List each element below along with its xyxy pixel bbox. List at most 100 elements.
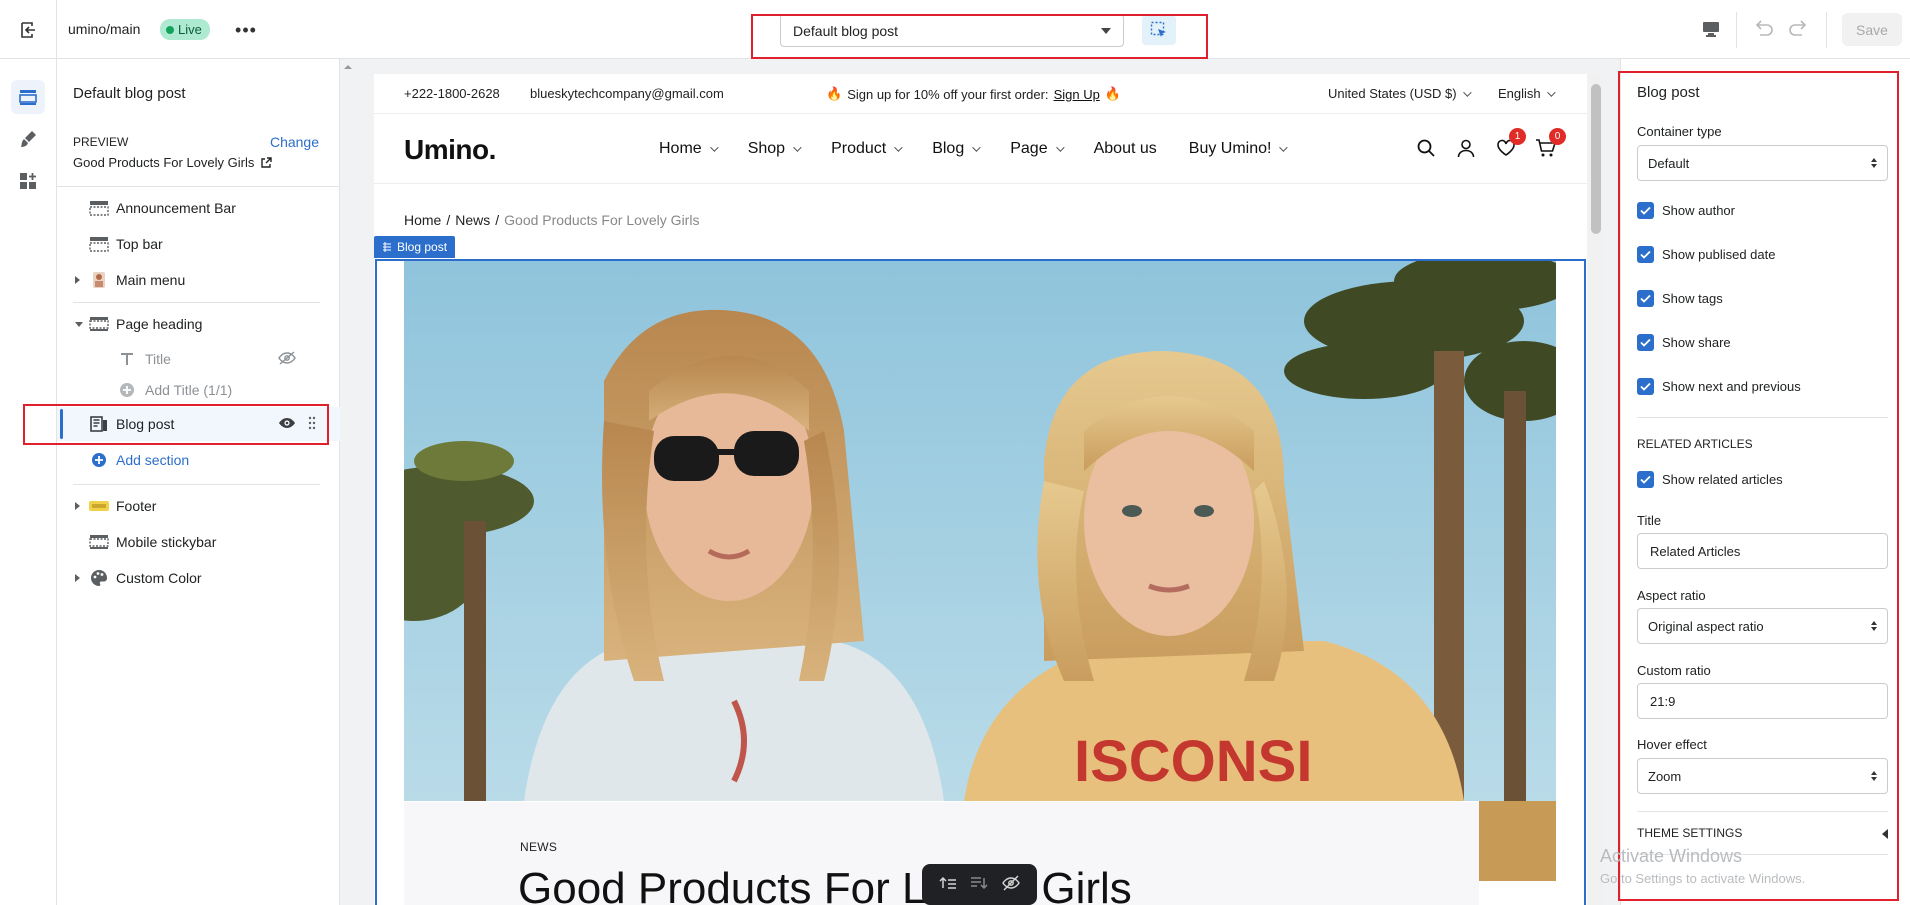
sidebar-item-main-menu[interactable]: Main menu (57, 263, 340, 297)
show-share-checkbox[interactable]: Show share (1637, 334, 1731, 351)
breadcrumb-home[interactable]: Home (404, 212, 441, 228)
redo-button[interactable] (1784, 14, 1814, 44)
breadcrumb-separator: / (446, 212, 451, 228)
breadcrumb-news[interactable]: News (455, 212, 490, 228)
sidebar-item-custom-color[interactable]: Custom Color (57, 561, 340, 595)
theme-settings-tab-button[interactable] (11, 122, 45, 156)
more-actions-button[interactable]: ••• (232, 16, 260, 44)
show-author-checkbox[interactable]: Show author (1637, 202, 1735, 219)
preview-value[interactable]: Good Products For Lovely Girls (73, 155, 273, 170)
breadcrumb-separator: / (495, 212, 500, 228)
preview-scrollbar-thumb[interactable] (1591, 84, 1601, 234)
section-tag-label: Blog post (397, 240, 448, 254)
article-category[interactable]: NEWS (520, 840, 557, 854)
hero-image-edge (1479, 801, 1556, 881)
exit-button[interactable] (0, 0, 57, 59)
fire-icon: 🔥 (1104, 86, 1121, 101)
currency-selector[interactable]: United States (USD $) (1328, 86, 1472, 101)
sidebar-item-title-block[interactable]: Title (57, 342, 340, 376)
nav-item-home[interactable]: Home (659, 140, 719, 158)
caret-down-icon (1101, 27, 1111, 34)
store-header: Umino. Home Shop Product Blog Page About… (374, 114, 1587, 184)
email-address[interactable]: blueskytechcompany@gmail.com (530, 86, 724, 101)
phone-number[interactable]: +222-1800-2628 (404, 86, 500, 101)
wishlist-heart-icon[interactable]: 1 (1494, 128, 1526, 160)
apps-icon (20, 173, 36, 189)
move-down-icon[interactable] (970, 875, 989, 894)
search-icon[interactable] (1414, 136, 1438, 160)
checkbox-label: Show related articles (1662, 472, 1783, 487)
collapse-arrow-icon[interactable] (75, 321, 83, 327)
store-logo[interactable]: Umino. (404, 134, 496, 166)
language-selector[interactable]: English (1498, 86, 1556, 101)
sidebar-item-blog-post[interactable]: Blog post (57, 407, 340, 441)
container-type-select[interactable]: Default (1637, 145, 1888, 181)
sidebar-item-label: Blog post (116, 416, 175, 432)
expand-arrow-icon[interactable] (75, 276, 80, 284)
related-title-input[interactable] (1637, 533, 1888, 569)
live-status-badge: Live (160, 19, 210, 40)
custom-ratio-input[interactable] (1637, 683, 1888, 719)
undo-button[interactable] (1748, 14, 1778, 44)
section-tag-blog-post[interactable]: Blog post (374, 236, 456, 258)
template-selector[interactable]: Default blog post (780, 14, 1124, 47)
expand-arrow-icon[interactable] (75, 502, 80, 510)
sidebar-scrollbar[interactable] (340, 59, 356, 905)
sidebar-item-top-bar[interactable]: Top bar (57, 227, 340, 261)
chevron-down-icon (709, 143, 719, 152)
drag-handle-icon[interactable] (308, 416, 316, 433)
undo-icon (1755, 20, 1773, 36)
caret-left-icon[interactable] (1882, 829, 1888, 839)
nav-item-page[interactable]: Page (1010, 140, 1065, 158)
nav-label: Page (1010, 140, 1048, 157)
nav-item-buy-umino[interactable]: Buy Umino! (1188, 140, 1289, 158)
hidden-eye-icon[interactable] (278, 350, 296, 368)
nav-item-shop[interactable]: Shop (748, 140, 802, 158)
sidebar-item-mobile-stickybar[interactable]: Mobile stickybar (57, 525, 340, 559)
cart-icon[interactable]: 0 (1534, 128, 1566, 160)
theme-settings-toggle[interactable]: THEME SETTINGS (1637, 826, 1742, 840)
hide-eye-icon[interactable] (1002, 875, 1020, 894)
aspect-ratio-select[interactable]: Original aspect ratio (1637, 608, 1888, 644)
visibility-eye-icon[interactable] (278, 416, 296, 433)
nav-item-product[interactable]: Product (831, 140, 903, 158)
sidebar-item-announcement-bar[interactable]: Announcement Bar (57, 191, 340, 225)
inspector-toggle-button[interactable] (1142, 15, 1176, 45)
show-published-date-checkbox[interactable]: Show publised date (1637, 246, 1775, 263)
desktop-icon (1703, 22, 1719, 37)
add-section-button[interactable]: Add section (57, 443, 340, 477)
show-next-previous-checkbox[interactable]: Show next and previous (1637, 378, 1801, 395)
show-related-articles-checkbox[interactable]: Show related articles (1637, 471, 1783, 488)
account-icon[interactable] (1454, 136, 1478, 160)
move-up-icon[interactable] (939, 875, 957, 894)
device-preview-button[interactable] (1696, 14, 1726, 44)
show-tags-checkbox[interactable]: Show tags (1637, 290, 1723, 307)
toolbar-divider (1826, 12, 1827, 48)
palette-icon (88, 567, 110, 589)
sidebar-item-label: Add Title (1/1) (145, 382, 233, 398)
checkbox-checked-icon (1637, 471, 1654, 488)
save-button[interactable]: Save (1842, 13, 1902, 46)
sidebar-item-page-heading[interactable]: Page heading (57, 307, 340, 341)
expand-arrow-icon[interactable] (75, 574, 80, 582)
promo-text: Sign up for 10% off your first order: (847, 86, 1049, 102)
apps-tab-button[interactable] (11, 164, 45, 198)
sign-up-link[interactable]: Sign Up (1054, 87, 1100, 102)
chevron-down-icon (1546, 87, 1556, 97)
nav-item-blog[interactable]: Blog (932, 140, 981, 158)
language-value: English (1498, 86, 1541, 101)
sidebar-item-footer[interactable]: Footer (57, 489, 340, 523)
header-section-icon (88, 233, 110, 255)
nav-label: Buy Umino! (1188, 140, 1272, 157)
redo-icon (1789, 20, 1807, 36)
announcement-bar: +222-1800-2628 blueskytechcompany@gmail.… (374, 74, 1587, 114)
nav-label: Home (659, 140, 702, 157)
preview-scrollbar[interactable] (1589, 74, 1603, 905)
hover-effect-select[interactable]: Zoom (1637, 758, 1888, 794)
sections-tab-button[interactable] (11, 80, 45, 114)
add-title-block-button[interactable]: Add Title (1/1) (57, 373, 340, 407)
change-preview-link[interactable]: Change (270, 134, 319, 150)
aspect-ratio-label: Aspect ratio (1637, 588, 1706, 603)
main-navigation: Home Shop Product Blog Page About us Buy… (659, 114, 1289, 184)
nav-item-about-us[interactable]: About us (1094, 140, 1157, 158)
